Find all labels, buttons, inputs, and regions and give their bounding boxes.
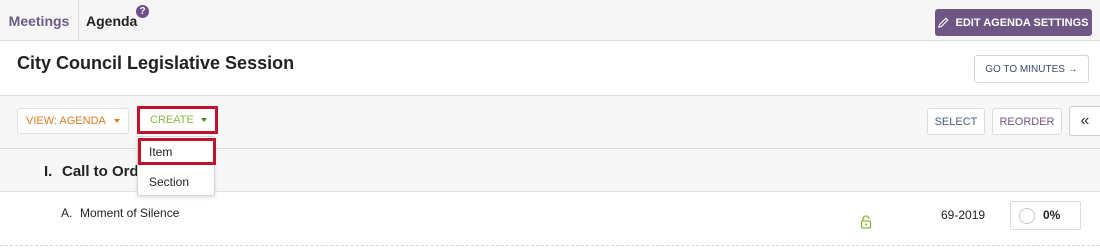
row-divider — [0, 245, 1100, 246]
chevron-down-icon — [114, 119, 120, 123]
top-nav-bar: Meetings Agenda ? EDIT AGENDA SETTINGS — [0, 0, 1100, 41]
nav-tab-agenda[interactable]: Agenda — [86, 0, 137, 41]
create-dropdown-button[interactable]: CREATE — [137, 106, 218, 134]
edit-agenda-settings-button[interactable]: EDIT AGENDA SETTINGS — [935, 9, 1092, 36]
section-number: I. — [44, 163, 53, 180]
lock-icon — [860, 215, 872, 229]
item-progress[interactable]: 0% — [1010, 201, 1081, 230]
agenda-item-row[interactable]: A. Moment of Silence 69-2019 0% — [0, 193, 1100, 249]
view-agenda-label: VIEW: AGENDA — [26, 115, 106, 127]
item-title[interactable]: Moment of Silence — [80, 206, 179, 220]
select-button[interactable]: SELECT — [927, 108, 985, 135]
help-icon[interactable]: ? — [136, 5, 149, 18]
create-menu-item-item[interactable]: Item — [138, 138, 216, 165]
page-title: City Council Legislative Session — [17, 53, 295, 73]
title-row: City Council Legislative Session GO TO M… — [0, 42, 1100, 96]
item-number: 69-2019 — [941, 208, 986, 222]
progress-value: 0% — [1043, 208, 1061, 222]
reorder-button[interactable]: REORDER — [992, 108, 1062, 135]
create-menu-item-section[interactable]: Section — [138, 168, 216, 196]
item-letter: A. — [61, 206, 73, 220]
create-dropdown-menu: Item Section — [137, 136, 216, 196]
pencil-icon — [938, 17, 949, 28]
chevron-down-icon — [201, 118, 207, 122]
go-to-minutes-button[interactable]: GO TO MINUTES → — [974, 55, 1089, 83]
collapse-panel-button[interactable]: « — [1069, 106, 1100, 136]
section-title: Call to Ord — [62, 163, 139, 180]
create-label: CREATE — [150, 114, 194, 126]
view-agenda-dropdown[interactable]: VIEW: AGENDA — [17, 108, 129, 134]
nav-tab-meetings[interactable]: Meetings — [0, 0, 79, 41]
edit-agenda-settings-label: EDIT AGENDA SETTINGS — [955, 16, 1089, 29]
progress-circle-icon — [1019, 208, 1035, 224]
